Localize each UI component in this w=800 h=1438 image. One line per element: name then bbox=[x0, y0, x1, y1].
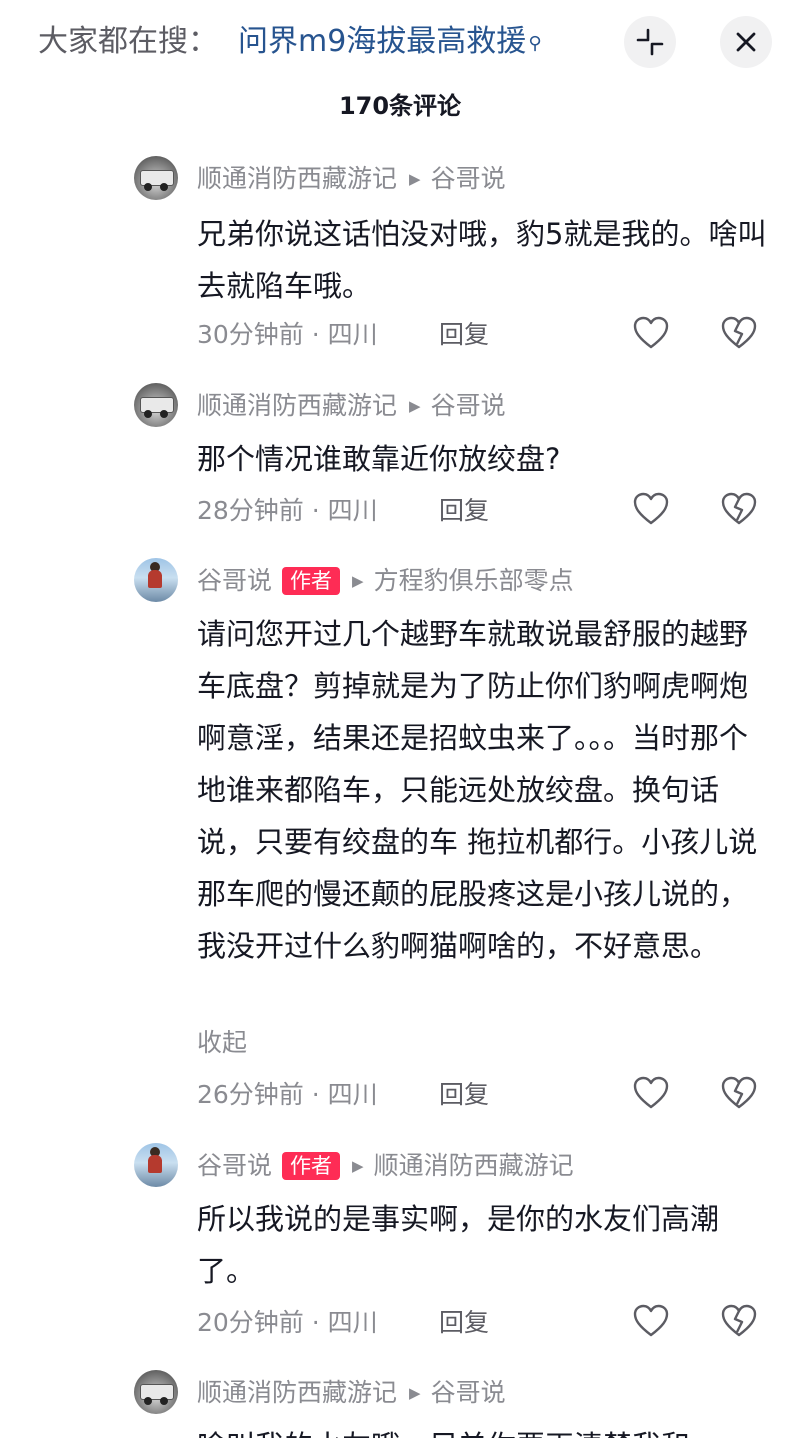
collapse-arrows-icon bbox=[636, 28, 664, 56]
reply-arrow-icon: ▶ bbox=[409, 1384, 421, 1402]
collapse-button[interactable] bbox=[624, 16, 676, 68]
collapse-link[interactable]: 收起 bbox=[197, 1026, 247, 1060]
search-suggestion-bar: 大家都在搜： 问界m9海拔最高救援 ⚲ bbox=[0, 0, 800, 84]
avatar[interactable] bbox=[134, 1143, 178, 1187]
comment-author[interactable]: 谷哥说 bbox=[197, 564, 272, 598]
reply-arrow-icon: ▶ bbox=[409, 397, 421, 415]
comment-text: 那个情况谁敢靠近你放绞盘? bbox=[197, 442, 561, 476]
comment-text: 啥叫我的水友哦，兄弟你要再清楚我和 bbox=[197, 1420, 767, 1438]
reply-button[interactable]: 回复 bbox=[439, 318, 489, 352]
close-button[interactable] bbox=[720, 16, 772, 68]
broken-heart-icon[interactable] bbox=[721, 1076, 757, 1110]
comment-meta: 顺通消防西藏游记 ▶ 谷哥说 bbox=[197, 389, 506, 423]
reply-button[interactable]: 回复 bbox=[439, 494, 489, 528]
reply-button[interactable]: 回复 bbox=[439, 1078, 489, 1112]
reply-arrow-icon: ▶ bbox=[409, 170, 421, 188]
comment-footer: 28分钟前 · 四川 回复 bbox=[197, 494, 489, 528]
search-prefix-label: 大家都在搜： bbox=[38, 24, 218, 59]
reply-to-user[interactable]: 谷哥说 bbox=[431, 162, 506, 196]
avatar[interactable] bbox=[134, 156, 178, 200]
comment-text: 所以我说的是事实啊，是你的水友们高潮了。 bbox=[197, 1202, 720, 1288]
reply-arrow-icon: ▶ bbox=[352, 1157, 364, 1175]
comment-author[interactable]: 谷哥说 bbox=[197, 1149, 272, 1183]
heart-outline-icon[interactable] bbox=[633, 316, 669, 350]
heart-outline-icon[interactable] bbox=[633, 1304, 669, 1338]
author-badge: 作者 bbox=[282, 567, 341, 595]
reply-to-user[interactable]: 谷哥说 bbox=[431, 389, 506, 423]
comment-text: 兄弟你说这话怕没对哦，豹5就是我的。啥叫去就陷车哦。 bbox=[197, 217, 767, 303]
heart-outline-icon[interactable] bbox=[633, 492, 669, 526]
broken-heart-icon[interactable] bbox=[721, 492, 757, 526]
heart-outline-icon[interactable] bbox=[633, 1076, 669, 1110]
comment-author[interactable]: 顺通消防西藏游记 bbox=[197, 389, 397, 423]
comment-author[interactable]: 顺通消防西藏游记 bbox=[197, 162, 397, 196]
reply-to-user[interactable]: 顺通消防西藏游记 bbox=[374, 1149, 574, 1183]
search-query-text[interactable]: 问界m9海拔最高救援 bbox=[238, 24, 526, 59]
reply-button[interactable]: 回复 bbox=[439, 1306, 489, 1340]
reply-to-user[interactable]: 谷哥说 bbox=[431, 1376, 506, 1410]
comment-footer: 26分钟前 · 四川 回复 bbox=[197, 1078, 489, 1112]
comment-time-location: 20分钟前 · 四川 bbox=[197, 1308, 378, 1337]
search-suggestion-link[interactable]: 问界m9海拔最高救援 ⚲ bbox=[238, 22, 542, 62]
comment-meta: 谷哥说 作者 ▶ 顺通消防西藏游记 bbox=[197, 1149, 574, 1183]
reply-to-user[interactable]: 方程豹俱乐部零点 bbox=[374, 564, 574, 598]
comment-author[interactable]: 顺通消防西藏游记 bbox=[197, 1376, 397, 1410]
comment-meta: 谷哥说 作者 ▶ 方程豹俱乐部零点 bbox=[197, 564, 574, 598]
comment-text: 请问您开过几个越野车就敢说最舒服的越野车底盘？剪掉就是为了防止你们豹啊虎啊炮啊意… bbox=[197, 617, 758, 963]
broken-heart-icon[interactable] bbox=[721, 1304, 757, 1338]
author-badge: 作者 bbox=[282, 1152, 341, 1180]
comment-time-location: 26分钟前 · 四川 bbox=[197, 1080, 378, 1109]
comment-footer: 30分钟前 · 四川 回复 bbox=[197, 318, 489, 352]
comment-time-location: 30分钟前 · 四川 bbox=[197, 320, 378, 349]
avatar[interactable] bbox=[134, 383, 178, 427]
comment-meta: 顺通消防西藏游记 ▶ 谷哥说 bbox=[197, 1376, 506, 1410]
reply-arrow-icon: ▶ bbox=[352, 572, 364, 590]
comment-text-line: 啥叫我的水友哦，兄弟你要再清楚我和 bbox=[197, 1420, 767, 1438]
comment-meta: 顺通消防西藏游记 ▶ 谷哥说 bbox=[197, 162, 506, 196]
avatar[interactable] bbox=[134, 1370, 178, 1414]
search-icon: ⚲ bbox=[528, 33, 542, 54]
broken-heart-icon[interactable] bbox=[721, 316, 757, 350]
close-icon bbox=[736, 32, 756, 52]
avatar[interactable] bbox=[134, 558, 178, 602]
comment-footer: 20分钟前 · 四川 回复 bbox=[197, 1306, 489, 1340]
comment-count-title: 170条评论 bbox=[338, 92, 462, 120]
comment-time-location: 28分钟前 · 四川 bbox=[197, 496, 378, 525]
